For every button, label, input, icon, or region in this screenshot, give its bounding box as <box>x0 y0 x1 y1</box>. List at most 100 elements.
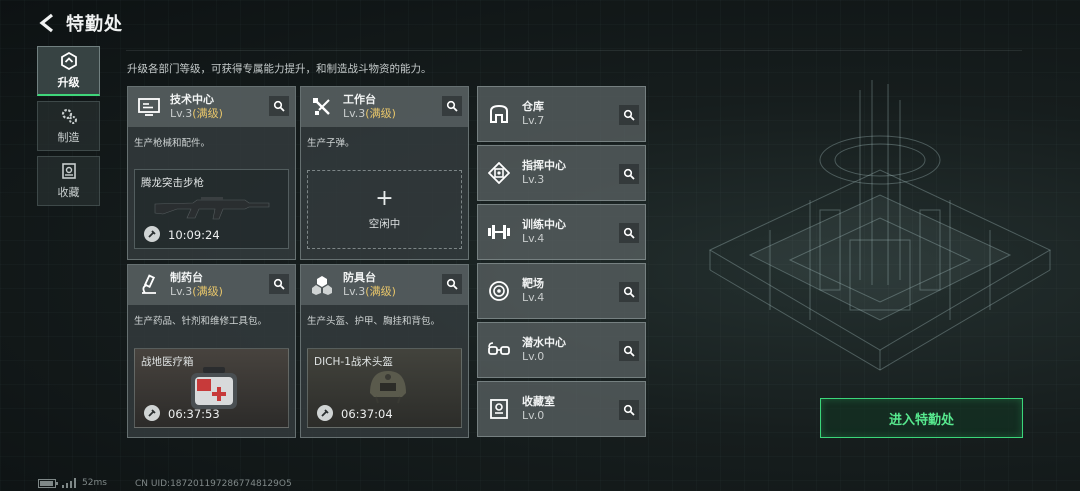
rifle-image <box>154 197 270 220</box>
dumbbell-icon <box>480 212 518 252</box>
search-icon <box>623 345 635 357</box>
medical-box-image <box>191 367 237 409</box>
idle-slot[interactable]: + 空闲中 <box>307 170 462 249</box>
facility-name: 收藏室 <box>522 395 555 408</box>
search-icon <box>273 278 285 290</box>
idle-label: 空闲中 <box>368 218 401 230</box>
target-icon <box>480 271 518 311</box>
card-workbench[interactable]: 工作台 Lv.3(满级) 生产子弹。 + 空闲中 <box>300 86 469 260</box>
search-button[interactable] <box>269 274 289 294</box>
search-icon <box>623 286 635 298</box>
facility-name: 指挥中心 <box>522 159 566 172</box>
upgrade-icon <box>60 51 77 70</box>
facility-level: Lv.7 <box>522 114 545 127</box>
timer-icon <box>317 405 333 421</box>
facility-name: 训练中心 <box>522 218 566 231</box>
card-header: 工作台 Lv.3(满级) <box>301 87 468 127</box>
card-name: 工作台 <box>343 93 376 106</box>
back-arrow-icon <box>39 13 53 33</box>
search-button[interactable] <box>619 164 639 184</box>
page-title: 特勤处 <box>66 14 123 35</box>
card-tech-center[interactable]: 技术中心 Lv.3(满级) 生产枪械和配件。 腾龙突击步枪 10:09:24 <box>127 86 296 260</box>
header: 特勤处 <box>36 10 123 36</box>
facility-level: Lv.0 <box>522 409 545 422</box>
search-button[interactable] <box>619 282 639 302</box>
search-button[interactable] <box>619 400 639 420</box>
search-button[interactable] <box>269 96 289 116</box>
card-header: 技术中心 Lv.3(满级) <box>128 87 295 127</box>
slot-item-name: 腾龙突击步枪 <box>141 177 204 189</box>
card-name: 防具台 <box>343 271 376 284</box>
collection-room-icon <box>480 389 518 429</box>
search-icon <box>623 227 635 239</box>
facility-level: Lv.3 <box>522 173 545 186</box>
status-bar: 52ms <box>38 478 107 488</box>
ping-value: 52ms <box>82 478 107 488</box>
production-slot[interactable]: DICH-1战术头盔 06:37:04 <box>307 348 462 428</box>
slot-timer: 06:37:53 <box>168 407 220 421</box>
gear-icon <box>61 108 77 124</box>
nav-item-collection[interactable]: 收藏 <box>37 156 100 206</box>
slot-timer: 06:37:04 <box>341 407 393 421</box>
add-icon: + <box>375 186 394 211</box>
card-level: Lv.3(满级) <box>343 107 396 120</box>
nav-label-upgrade: 升级 <box>57 75 80 89</box>
battery-icon <box>38 478 58 488</box>
facility-name: 潜水中心 <box>522 336 566 349</box>
card-header: 防具台 Lv.3(满级) <box>301 265 468 305</box>
back-button[interactable] <box>36 11 58 35</box>
search-icon <box>623 404 635 416</box>
facility-level: Lv.4 <box>522 232 545 245</box>
facility-card-diving[interactable]: 潜水中心 Lv.0 <box>477 322 646 378</box>
production-slot[interactable]: 腾龙突击步枪 10:09:24 <box>134 169 289 249</box>
search-button[interactable] <box>619 223 639 243</box>
armor-cubes-icon <box>301 265 343 305</box>
nav-item-upgrade[interactable]: 升级 <box>37 46 100 96</box>
facility-card-range[interactable]: 靶场 Lv.4 <box>477 263 646 319</box>
tools-icon <box>301 87 343 127</box>
search-icon <box>273 100 285 112</box>
facility-level: Lv.0 <box>522 350 545 363</box>
nav-label-collection: 收藏 <box>57 186 80 199</box>
search-button[interactable] <box>619 105 639 125</box>
card-armor[interactable]: 防具台 Lv.3(满级) 生产头盔、护甲、胸挂和背包。 DICH-1战术头盔 0… <box>300 264 469 438</box>
facility-card-training[interactable]: 训练中心 Lv.4 <box>477 204 646 260</box>
slot-timer: 10:09:24 <box>168 228 220 242</box>
search-icon <box>446 100 458 112</box>
card-level: Lv.3(满级) <box>170 285 223 298</box>
signal-icon <box>62 478 76 488</box>
facility-card-command[interactable]: 指挥中心 Lv.3 <box>477 145 646 201</box>
timer-icon <box>144 226 160 242</box>
user-uid: CN UID:1872011972867748129O5 <box>135 479 292 489</box>
card-pharmacy[interactable]: 制药台 Lv.3(满级) 生产药品、针剂和维修工具包。 战地医疗箱 06:37:… <box>127 264 296 438</box>
facility-card-warehouse[interactable]: 仓库 Lv.7 <box>477 86 646 142</box>
card-description: 生产药品、针剂和维修工具包。 <box>134 316 268 327</box>
nav-label-craft: 制造 <box>57 131 80 144</box>
card-level: Lv.3(满级) <box>343 285 396 298</box>
enter-facility-button[interactable]: 进入特勤处 <box>820 398 1023 438</box>
facility-name: 仓库 <box>522 100 544 113</box>
warehouse-icon <box>480 94 518 134</box>
card-name: 制药台 <box>170 271 203 284</box>
facility-card-collection-room[interactable]: 收藏室 Lv.0 <box>477 381 646 437</box>
timer-icon <box>144 405 160 421</box>
slot-item-name: 战地医疗箱 <box>141 356 194 368</box>
header-divider <box>126 50 1022 51</box>
production-slot[interactable]: 战地医疗箱 06:37:53 <box>134 348 289 428</box>
nav-item-craft[interactable]: 制造 <box>37 101 100 151</box>
card-name: 技术中心 <box>170 93 214 106</box>
card-level: Lv.3(满级) <box>170 107 223 120</box>
microscope-icon <box>128 265 170 305</box>
search-button[interactable] <box>442 96 462 116</box>
card-description: 生产子弹。 <box>307 138 355 149</box>
helmet-image <box>370 371 406 404</box>
card-description: 生产头盔、护甲、胸挂和背包。 <box>307 316 441 327</box>
facility-level: Lv.4 <box>522 291 545 304</box>
search-button[interactable] <box>442 274 462 294</box>
diving-icon <box>480 330 518 370</box>
facility-building-illustration <box>708 80 1052 371</box>
search-icon <box>446 278 458 290</box>
card-description: 生产枪械和配件。 <box>134 138 211 149</box>
search-icon <box>623 168 635 180</box>
search-button[interactable] <box>619 341 639 361</box>
